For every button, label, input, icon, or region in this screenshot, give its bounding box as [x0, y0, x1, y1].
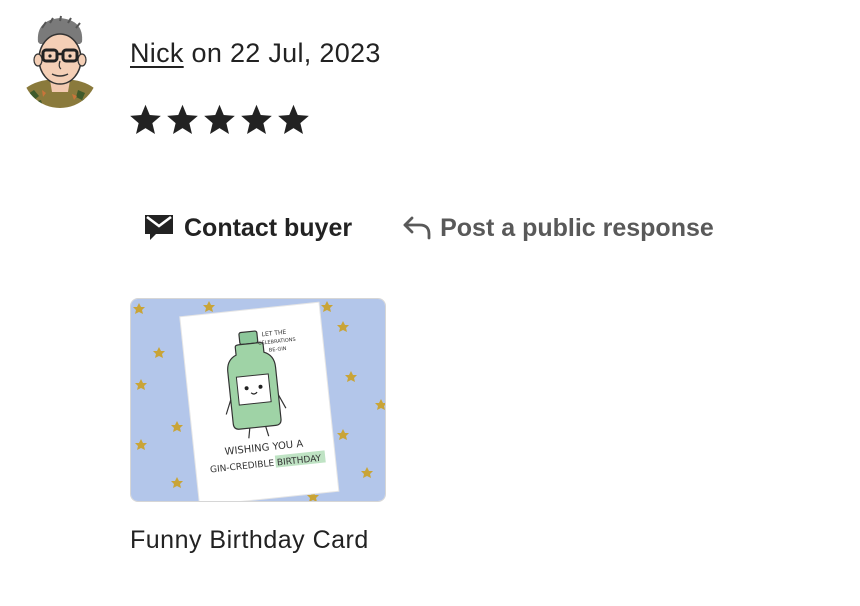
star-icon [278, 104, 309, 134]
post-public-response-label: Post a public response [440, 214, 714, 242]
reviewer-name-link[interactable]: Nick [130, 38, 184, 68]
contact-buyer-label: Contact buyer [184, 214, 353, 242]
star-icon [130, 104, 161, 134]
product-title-link[interactable]: Funny Birthday Card [130, 526, 369, 555]
star-icon [204, 104, 235, 134]
product-image: LET THE CELEBRATIONS BE-GIN WISHING YOU … [131, 299, 385, 501]
review-meta: Nick on 22 Jul, 2023 [130, 36, 381, 70]
greeting-card: LET THE CELEBRATIONS BE-GIN WISHING YOU … [179, 301, 340, 501]
star-icon [241, 104, 272, 134]
star-icon [167, 104, 198, 134]
post-public-response-button[interactable]: Post a public response [400, 208, 714, 249]
product-thumbnail[interactable]: LET THE CELEBRATIONS BE-GIN WISHING YOU … [130, 298, 386, 502]
reviewer-avatar[interactable] [20, 14, 100, 108]
rating-stars [128, 102, 311, 138]
contact-buyer-button[interactable]: Contact buyer [142, 208, 352, 249]
envelope-icon [142, 208, 176, 249]
reply-arrow-icon [400, 208, 434, 249]
review-date: on 22 Jul, 2023 [191, 38, 381, 68]
avatar-illustration [22, 15, 98, 108]
review-actions: Contact buyer Post a public response [142, 208, 714, 249]
